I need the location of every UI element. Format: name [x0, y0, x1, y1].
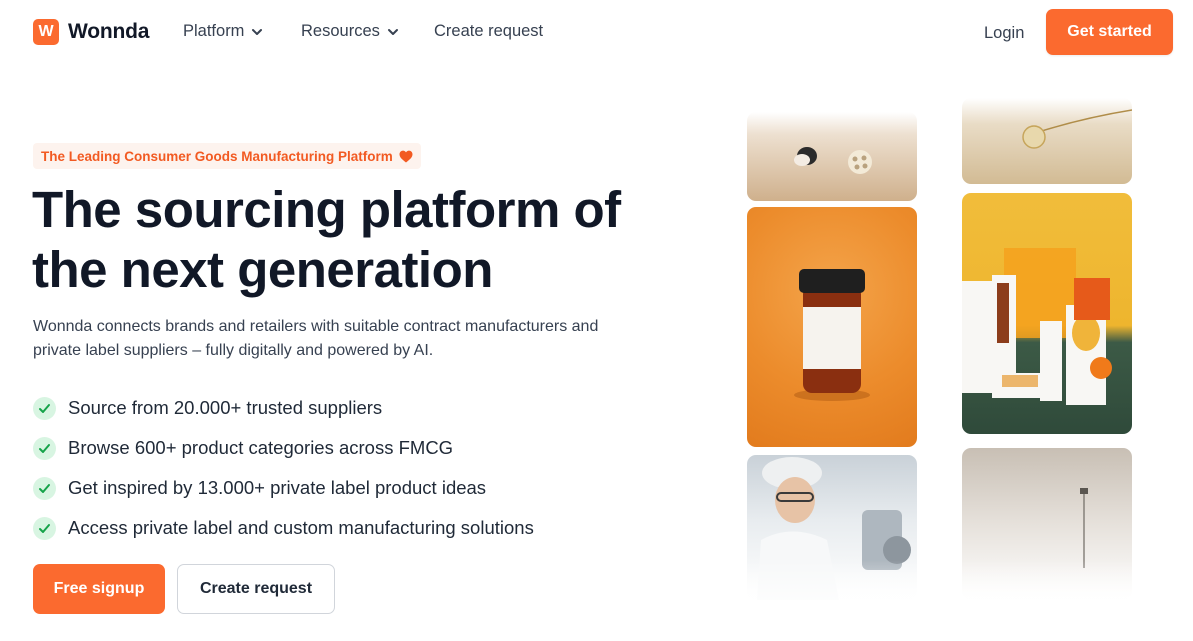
- check-icon: [33, 436, 56, 460]
- page-title: The sourcing platform of the next genera…: [32, 180, 672, 300]
- snack-image: [747, 112, 917, 201]
- top-navigation: W Wonnda Platform Resources Create reque…: [0, 0, 1193, 66]
- headline-line-1: The sourcing platform of: [32, 181, 621, 238]
- brand-logo[interactable]: W Wonnda: [33, 19, 149, 45]
- nav-item-platform[interactable]: Platform: [183, 22, 263, 41]
- brand-name: Wonnda: [68, 20, 150, 43]
- get-started-button[interactable]: Get started: [1046, 9, 1173, 55]
- feature-text: Source from 20.000+ trusted suppliers: [68, 397, 383, 418]
- badge-text: The Leading Consumer Goods Manufacturing…: [41, 148, 393, 164]
- check-icon: [33, 396, 56, 420]
- gallery-fade-overlay: [700, 560, 1193, 641]
- packaging-boxes-image: [962, 193, 1132, 434]
- feature-text: Access private label and custom manufact…: [68, 517, 534, 538]
- necklace-image: [962, 98, 1132, 184]
- feature-text: Browse 600+ product categories across FM…: [68, 437, 454, 458]
- login-link[interactable]: Login: [984, 24, 1024, 43]
- chevron-down-icon: [252, 28, 263, 35]
- heart-icon: [399, 150, 413, 162]
- hero-badge: The Leading Consumer Goods Manufacturing…: [33, 143, 421, 169]
- logo-icon: W: [33, 19, 59, 45]
- nav-item-label: Create request: [434, 22, 544, 40]
- supplement-jar-image: [747, 207, 917, 447]
- feature-item: Access private label and custom manufact…: [33, 514, 534, 542]
- feature-item: Browse 600+ product categories across FM…: [33, 434, 534, 462]
- nav-item-create-request[interactable]: Create request: [434, 22, 543, 41]
- feature-list: Source from 20.000+ trusted suppliers Br…: [33, 394, 534, 554]
- check-icon: [33, 476, 56, 500]
- check-icon: [33, 516, 56, 540]
- headline-line-2: the next generation: [32, 241, 493, 298]
- chevron-down-icon: [387, 28, 398, 35]
- create-request-button[interactable]: Create request: [177, 564, 335, 614]
- nav-item-label: Resources: [301, 22, 380, 40]
- nav-item-label: Platform: [183, 22, 245, 40]
- feature-text: Get inspired by 13.000+ private label pr…: [68, 477, 487, 498]
- feature-item: Get inspired by 13.000+ private label pr…: [33, 474, 534, 502]
- nav-item-resources[interactable]: Resources: [301, 22, 399, 41]
- hero-subtitle: Wonnda connects brands and retailers wit…: [33, 318, 599, 359]
- feature-item: Source from 20.000+ trusted suppliers: [33, 394, 534, 422]
- free-signup-button[interactable]: Free signup: [33, 564, 165, 614]
